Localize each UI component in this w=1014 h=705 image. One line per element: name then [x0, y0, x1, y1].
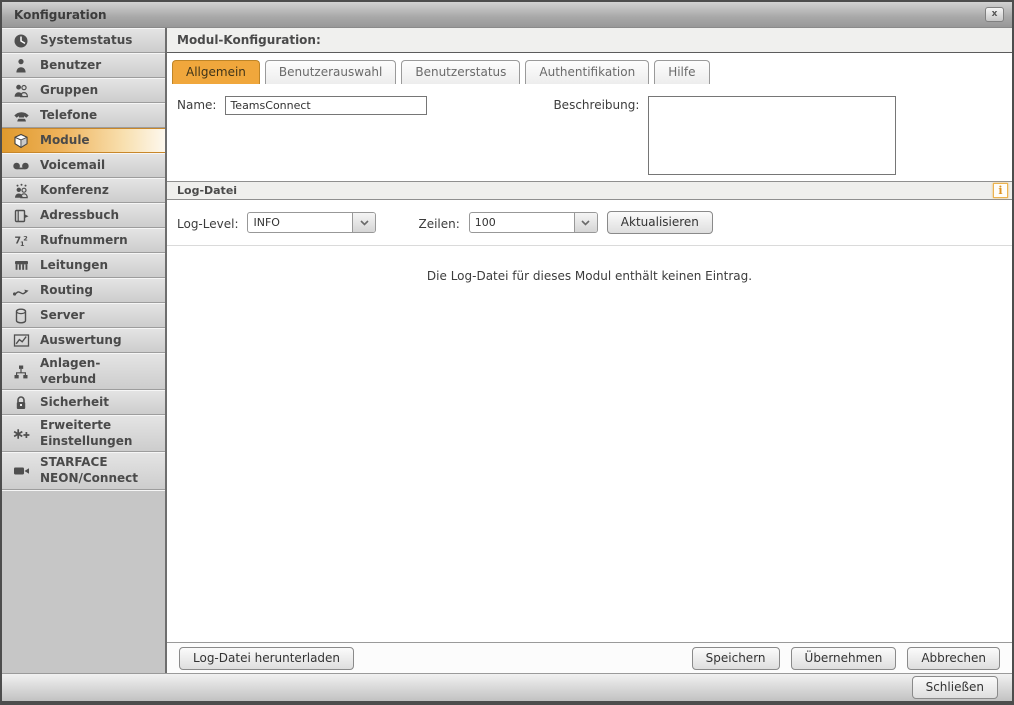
log-level-select[interactable]: INFO	[247, 212, 376, 233]
tab-benutzerstatus[interactable]: Benutzerstatus	[401, 60, 520, 84]
sidebar-item-adressbuch[interactable]: Adressbuch	[2, 203, 165, 228]
action-bar: Log-Datei herunterladen Speichern Überne…	[167, 642, 1012, 673]
server-icon	[2, 308, 40, 324]
network-icon	[2, 364, 40, 380]
log-section-header: Log-Datei i	[167, 181, 1012, 200]
sidebar: Systemstatus Benutzer Gruppen Telefone	[2, 28, 167, 673]
sidebar-item-anlagenverbund[interactable]: Anlagen- verbund	[2, 353, 165, 390]
close-icon[interactable]: x	[985, 7, 1004, 22]
sidebar-item-gruppen[interactable]: Gruppen	[2, 78, 165, 103]
sidebar-item-erweiterte-einstellungen[interactable]: Erweiterte Einstellungen	[2, 415, 165, 452]
sidebar-item-server[interactable]: Server	[2, 303, 165, 328]
sidebar-item-auswertung[interactable]: Auswertung	[2, 328, 165, 353]
save-button[interactable]: Speichern	[692, 647, 780, 670]
configuration-window: Konfiguration x Systemstatus Benutzer	[0, 0, 1014, 705]
tab-benutzerauswahl[interactable]: Benutzerauswahl	[265, 60, 396, 84]
settings-plus-icon	[2, 427, 40, 441]
log-section-title: Log-Datei	[177, 184, 993, 197]
section-header: Modul-Konfiguration:	[167, 28, 1012, 53]
cancel-button[interactable]: Abbrechen	[907, 647, 1000, 670]
lock-icon	[2, 395, 40, 411]
download-log-button[interactable]: Log-Datei herunterladen	[179, 647, 354, 670]
sidebar-item-routing[interactable]: Routing	[2, 278, 165, 303]
description-label: Beschreibung:	[553, 96, 639, 181]
phone-icon	[2, 109, 40, 123]
chart-icon	[2, 333, 40, 348]
sidebar-item-telefone[interactable]: Telefone	[2, 103, 165, 128]
lines-label: Zeilen:	[418, 215, 459, 231]
chevron-down-icon	[352, 213, 375, 232]
tab-hilfe[interactable]: Hilfe	[654, 60, 709, 84]
refresh-button[interactable]: Aktualisieren	[607, 211, 713, 234]
user-icon	[2, 58, 40, 74]
apply-button[interactable]: Übernehmen	[791, 647, 897, 670]
name-input[interactable]	[225, 96, 427, 115]
main-content: Modul-Konfiguration: Allgemein Benutzera…	[167, 28, 1012, 673]
log-level-label: Log-Level:	[177, 215, 238, 231]
sidebar-item-konferenz[interactable]: Konferenz	[2, 178, 165, 203]
sidebar-item-rufnummern[interactable]: 712 Rufnummern	[2, 228, 165, 253]
tab-authentifikation[interactable]: Authentifikation	[525, 60, 649, 84]
sidebar-filler	[2, 490, 165, 673]
voicemail-icon	[2, 160, 40, 172]
description-textarea[interactable]	[648, 96, 896, 175]
sidebar-item-starface-neon-connect[interactable]: STARFACE NEON/Connect	[2, 452, 165, 489]
info-icon[interactable]: i	[993, 183, 1008, 198]
video-camera-icon	[2, 465, 40, 477]
log-controls: Log-Level: INFO Zeilen: 100 Aktualisiere…	[167, 200, 1012, 246]
tab-bar: Allgemein Benutzerauswahl Benutzerstatus…	[167, 53, 1012, 84]
svg-text:2: 2	[23, 234, 28, 242]
cube-icon	[2, 133, 40, 149]
close-window-button[interactable]: Schließen	[912, 676, 998, 699]
clock-icon	[2, 33, 40, 49]
lines-icon	[2, 259, 40, 272]
tab-allgemein[interactable]: Allgemein	[172, 60, 260, 84]
routing-icon	[2, 285, 40, 297]
log-empty-message: Die Log-Datei für dieses Modul enthält k…	[167, 246, 1012, 642]
window-title: Konfiguration	[14, 8, 985, 22]
users-icon	[2, 83, 40, 99]
lines-select[interactable]: 100	[469, 212, 598, 233]
titlebar: Konfiguration x	[2, 2, 1012, 28]
window-footer: Schließen	[2, 673, 1012, 701]
sidebar-item-systemstatus[interactable]: Systemstatus	[2, 28, 165, 53]
conference-icon	[2, 183, 40, 199]
name-label: Name:	[177, 96, 216, 181]
sidebar-item-voicemail[interactable]: Voicemail	[2, 153, 165, 178]
sidebar-item-sicherheit[interactable]: Sicherheit	[2, 390, 165, 415]
chevron-down-icon	[574, 213, 597, 232]
section-title: Modul-Konfiguration:	[177, 33, 321, 47]
addressbook-icon	[2, 208, 40, 224]
sidebar-item-benutzer[interactable]: Benutzer	[2, 53, 165, 78]
sidebar-item-leitungen[interactable]: Leitungen	[2, 253, 165, 278]
general-form: Name: Beschreibung:	[167, 84, 1012, 181]
numbers-icon: 712	[2, 233, 40, 249]
sidebar-item-module[interactable]: Module	[2, 128, 165, 153]
